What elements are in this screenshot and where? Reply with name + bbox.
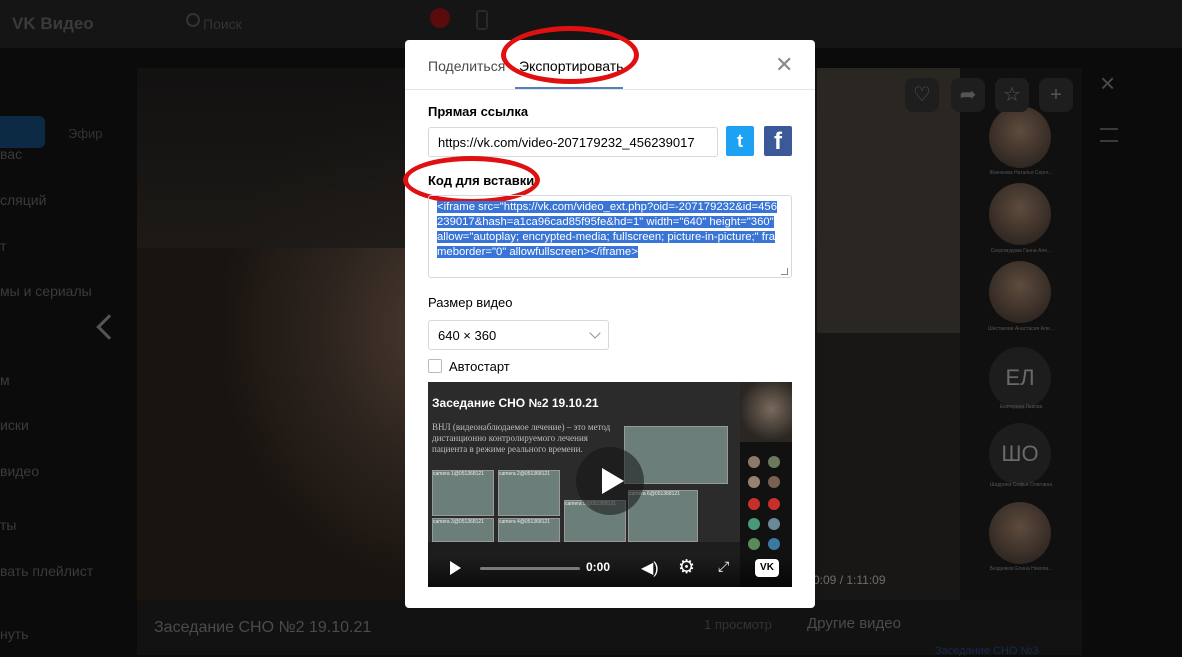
- list-icon[interactable]: [1100, 128, 1118, 142]
- participant-name: Жиенкова Наталья Серге...: [989, 170, 1053, 176]
- sidebar-action-button[interactable]: [0, 116, 45, 148]
- autostart-label[interactable]: Автостарт: [449, 359, 510, 374]
- embed-code-text: <iframe src="https://vk.com/video_ext.ph…: [437, 201, 777, 258]
- chevron-down-icon: [589, 327, 601, 339]
- video-title: Заседание СНО №2 19.10.21: [154, 619, 372, 636]
- share-icon[interactable]: ➦: [951, 78, 985, 112]
- participant-avatar: [989, 183, 1051, 245]
- play-icon[interactable]: [450, 561, 461, 575]
- resize-handle[interactable]: [781, 268, 788, 275]
- brand-logo[interactable]: VK Видео: [12, 14, 94, 34]
- facebook-icon[interactable]: f: [764, 126, 792, 156]
- volume-icon[interactable]: ◀): [641, 558, 659, 578]
- preview-title: Заседание СНО №2 19.10.21: [432, 396, 599, 410]
- sidebar-item[interactable]: видео: [0, 463, 39, 479]
- participant-name: Скоромудова Ганна Але...: [990, 248, 1052, 254]
- other-videos-heading: Другие видео: [807, 615, 901, 632]
- sidebar-item[interactable]: м: [0, 372, 10, 388]
- vk-logo-icon[interactable]: VK: [755, 559, 779, 577]
- gear-icon[interactable]: ⚙: [678, 556, 695, 579]
- player-timecode: 0:09 / 1:11:09: [813, 573, 886, 587]
- preview-time: 0:00: [586, 560, 611, 574]
- sidebar-item[interactable]: ты: [0, 517, 16, 533]
- search-icon: [186, 13, 200, 27]
- fullscreen-icon[interactable]: ⤢: [718, 558, 729, 575]
- direct-link-field[interactable]: https://vk.com/video-207179232_456239017: [428, 127, 718, 157]
- participant-avatar: [989, 261, 1051, 323]
- participant-avatar: [989, 502, 1051, 564]
- sidebar-item[interactable]: сляций: [0, 192, 46, 208]
- video-frame-secondary: [817, 68, 960, 333]
- participant-name: Бездняков Елена Никола...: [989, 566, 1053, 572]
- play-icon[interactable]: [576, 447, 644, 515]
- twitter-icon[interactable]: t: [726, 126, 754, 156]
- embed-preview-player[interactable]: Заседание СНО №2 19.10.21 ВНЛ (видеонабл…: [428, 382, 792, 587]
- music-icon[interactable]: [476, 10, 488, 30]
- video-size-label: Размер видео: [428, 295, 513, 310]
- view-count: 1 просмотр: [704, 617, 772, 632]
- notifications-icon[interactable]: [430, 8, 450, 28]
- embed-code-textarea[interactable]: <iframe src="https://vk.com/video_ext.ph…: [428, 195, 792, 278]
- export-dialog: Поделиться Экспортировать ✕ Прямая ссылк…: [403, 26, 815, 608]
- annotation-ellipse-tab: [501, 26, 639, 84]
- other-video-link[interactable]: Заседание СНО №3: [935, 645, 1039, 657]
- sidebar-item[interactable]: иски: [0, 417, 29, 433]
- participant-avatar: ЕЛ: [989, 347, 1051, 409]
- live-chip[interactable]: Эфир: [68, 126, 103, 141]
- participant-name: Шестакова Анастасия Але...: [988, 326, 1054, 332]
- tab-share[interactable]: Поделиться: [428, 58, 505, 74]
- star-icon[interactable]: ☆: [995, 78, 1029, 112]
- active-tab-indicator: [515, 87, 623, 89]
- autostart-checkbox[interactable]: [428, 359, 442, 373]
- embed-code-label: Код для вставки: [428, 173, 535, 188]
- close-icon[interactable]: ✕: [775, 52, 793, 78]
- sidebar-item[interactable]: вать плейлист: [0, 563, 93, 579]
- close-icon[interactable]: ×: [1100, 68, 1115, 99]
- camera-label: camera 4@051368121: [499, 519, 550, 525]
- camera-label: camera 1@051368121: [433, 471, 484, 477]
- sidebar-item[interactable]: вас: [0, 146, 22, 162]
- sidebar-item[interactable]: мы и сериалы: [0, 283, 92, 299]
- sidebar-item[interactable]: т: [0, 238, 6, 254]
- camera-label: camera 2@051368121: [499, 471, 550, 477]
- video-size-select[interactable]: 640 × 360: [428, 320, 609, 350]
- participant-name: Екатерина Львова: [999, 404, 1043, 410]
- participant-name: Шадрина Софья Олеговна: [989, 482, 1053, 488]
- participant-avatar: [989, 106, 1051, 168]
- search-input[interactable]: Поиск: [203, 16, 242, 32]
- sidebar-item[interactable]: нуть: [0, 626, 28, 642]
- video-size-value: 640 × 360: [438, 328, 497, 343]
- participants-strip: Жиенкова Наталья Серге... Скоромудова Га…: [960, 68, 1082, 600]
- progress-bar[interactable]: [480, 567, 580, 570]
- camera-label: camera 3@051368121: [433, 519, 484, 525]
- participant-avatar: ШО: [989, 423, 1051, 485]
- heart-icon[interactable]: ♡: [905, 78, 939, 112]
- plus-icon[interactable]: +: [1039, 78, 1073, 112]
- direct-link-label: Прямая ссылка: [428, 104, 529, 119]
